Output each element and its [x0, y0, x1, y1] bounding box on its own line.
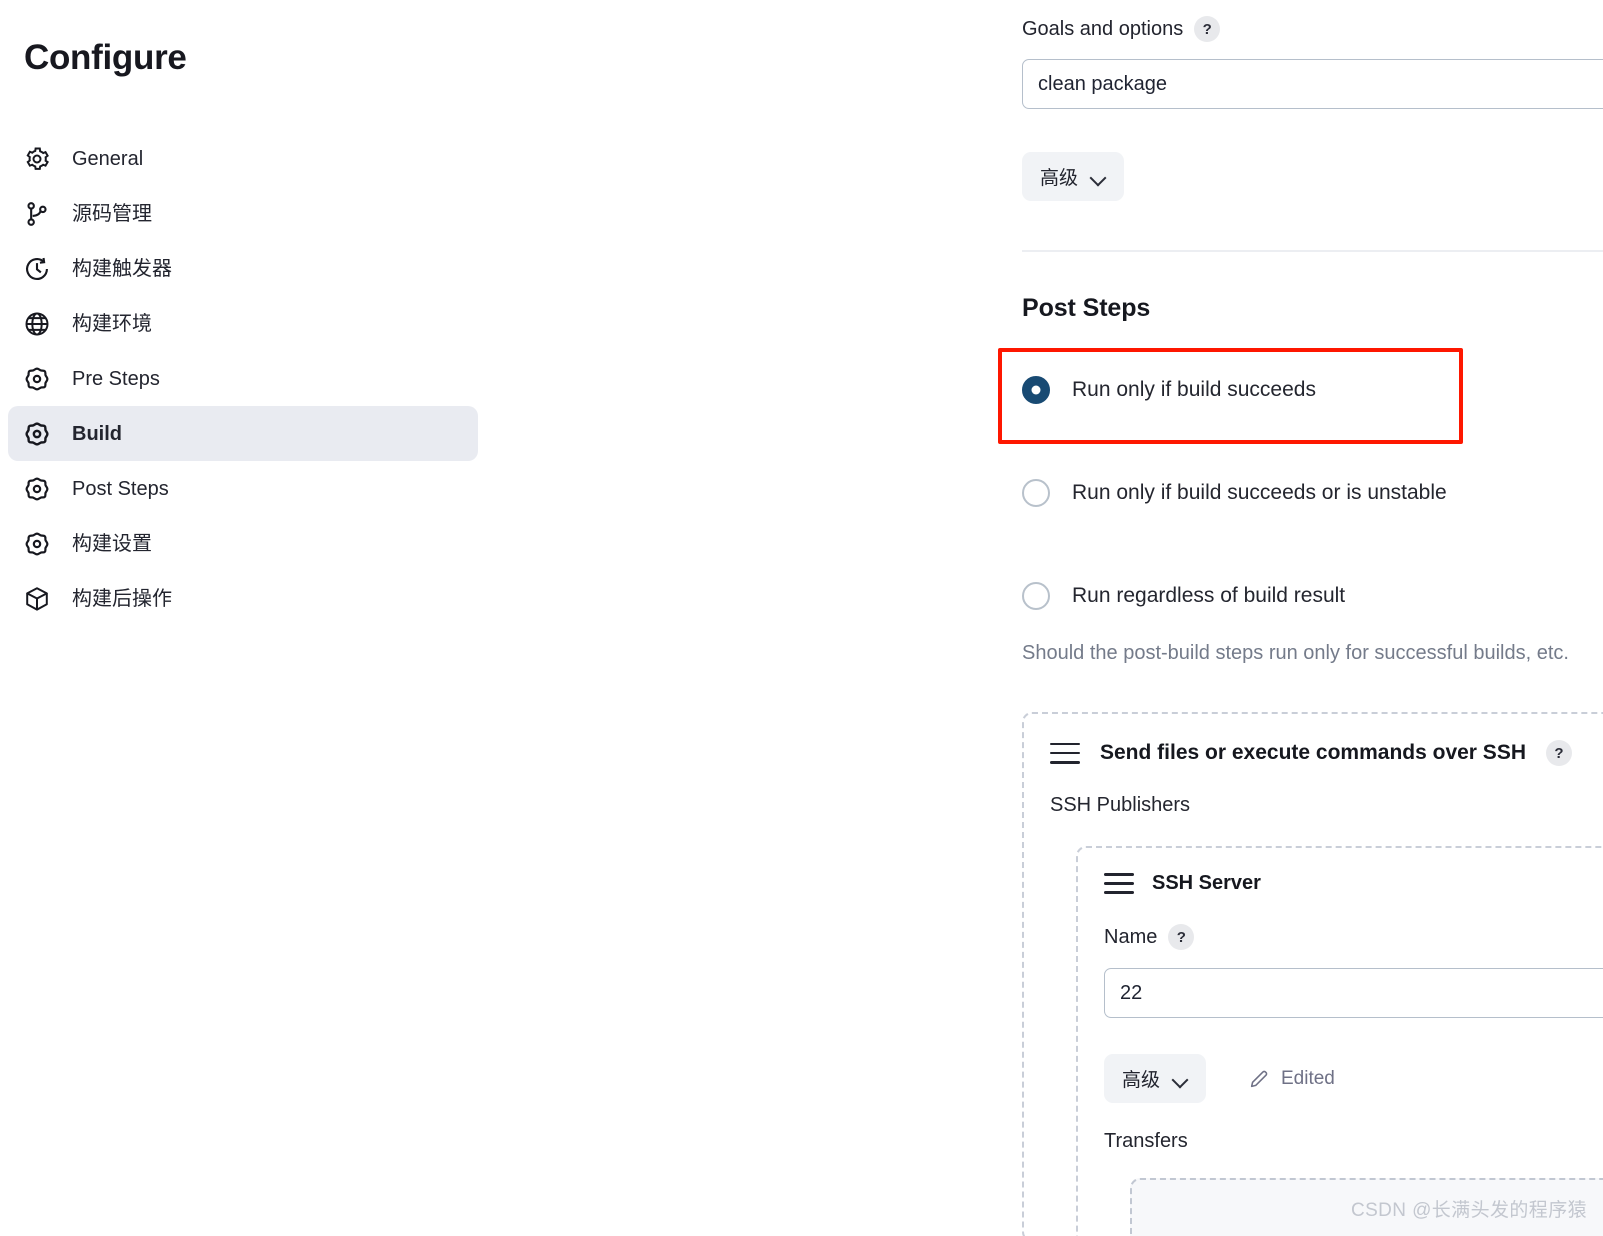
edited-link[interactable]: Edited — [1248, 1068, 1335, 1090]
ssh-server-name-input[interactable] — [1104, 968, 1603, 1018]
ssh-server-header: SSH Server — [1104, 872, 1261, 895]
name-label-row: Name ? — [1104, 924, 1195, 950]
sidebar-item-build-environment[interactable]: 构建环境 — [8, 296, 478, 351]
ssh-advanced-button-label: 高级 — [1122, 1070, 1161, 1091]
ssh-server-panel: SSH Server Name ? 高级 — [1076, 846, 1603, 1236]
configure-page: Configure General 源码管理 构建触发器 构建环境 Pre St… — [0, 0, 1603, 1236]
edited-link-label: Edited — [1281, 1068, 1335, 1089]
drag-handle-icon[interactable] — [1050, 742, 1080, 764]
gear-flower-icon — [22, 529, 52, 559]
radio-indicator[interactable] — [1022, 376, 1050, 404]
sidebar-nav: General 源码管理 构建触发器 构建环境 Pre Steps Build … — [8, 131, 478, 626]
sidebar: Configure General 源码管理 构建触发器 构建环境 Pre St… — [0, 0, 500, 1236]
goals-label: Goals and options — [1022, 17, 1184, 40]
sidebar-item-build-settings[interactable]: 构建设置 — [8, 516, 478, 571]
goals-field-group: Goals and options ? — [1022, 16, 1603, 109]
sidebar-item-label: Build — [72, 422, 122, 445]
gear-flower-icon — [22, 419, 52, 449]
ssh-panel-title: Send files or execute commands over SSH — [1100, 741, 1526, 764]
radio-indicator[interactable] — [1022, 479, 1050, 507]
gear-flower-icon — [22, 364, 52, 394]
radio-run-only-if-build-succeeds-or-unstable[interactable]: Run only if build succeeds or is unstabl… — [1022, 479, 1447, 507]
gear-flower-icon — [22, 474, 52, 504]
page-title: Configure — [24, 38, 187, 77]
radio-label: Run regardless of build result — [1072, 584, 1346, 607]
advanced-button-label: 高级 — [1040, 168, 1079, 189]
sidebar-item-label: 源码管理 — [72, 202, 152, 225]
sidebar-item-label: General — [72, 147, 144, 170]
sidebar-item-label: 构建环境 — [72, 312, 152, 335]
radio-label: Run only if build succeeds or is unstabl… — [1072, 481, 1447, 504]
help-icon[interactable]: ? — [1546, 740, 1572, 766]
gear-icon — [22, 144, 52, 174]
ssh-panel-header: Send files or execute commands over SSH … — [1050, 740, 1572, 766]
sidebar-item-build-triggers[interactable]: 构建触发器 — [8, 241, 478, 296]
watermark: CSDN @长满头发的程序猿 — [1350, 1200, 1587, 1221]
clock-icon — [22, 254, 52, 284]
goals-label-row: Goals and options ? — [1022, 16, 1603, 42]
sidebar-item-general[interactable]: General — [8, 131, 478, 186]
ssh-server-title: SSH Server — [1152, 872, 1261, 894]
radio-label: Run only if build succeeds — [1072, 378, 1316, 401]
sidebar-item-source-control[interactable]: 源码管理 — [8, 186, 478, 241]
radio-run-regardless-of-build-result[interactable]: Run regardless of build result — [1022, 582, 1345, 610]
sidebar-item-post-build-actions[interactable]: 构建后操作 — [8, 571, 478, 626]
goals-input[interactable] — [1022, 59, 1603, 109]
sidebar-item-build[interactable]: Build — [8, 406, 478, 461]
radio-run-only-if-build-succeeds[interactable]: Run only if build succeeds — [1022, 376, 1316, 404]
main-content: Goals and options ? 高级 Post Steps Run on… — [500, 0, 1603, 1236]
post-steps-heading: Post Steps — [1022, 294, 1151, 322]
package-icon — [22, 584, 52, 614]
post-steps-hint: Should the post-build steps run only for… — [1022, 642, 1569, 664]
drag-handle-icon[interactable] — [1104, 873, 1134, 894]
chevron-down-icon — [1091, 172, 1106, 181]
ssh-panel: Send files or execute commands over SSH … — [1022, 712, 1603, 1236]
pencil-icon — [1248, 1068, 1270, 1090]
ssh-advanced-button[interactable]: 高级 — [1104, 1054, 1207, 1103]
sidebar-item-label: 构建设置 — [72, 532, 152, 555]
sidebar-item-post-steps[interactable]: Post Steps — [8, 461, 478, 516]
help-icon[interactable]: ? — [1168, 924, 1195, 950]
ssh-publishers-label: SSH Publishers — [1050, 794, 1191, 816]
section-divider — [1022, 250, 1603, 252]
globe-icon — [22, 309, 52, 339]
sidebar-item-label: Pre Steps — [72, 367, 160, 390]
advanced-button[interactable]: 高级 — [1022, 152, 1125, 201]
sidebar-item-label: 构建后操作 — [72, 587, 172, 610]
chevron-down-icon — [1173, 1074, 1188, 1083]
help-icon[interactable]: ? — [1194, 16, 1221, 42]
sidebar-item-label: Post Steps — [72, 477, 169, 500]
sidebar-item-pre-steps[interactable]: Pre Steps — [8, 351, 478, 406]
radio-indicator[interactable] — [1022, 582, 1050, 610]
transfers-label: Transfers — [1104, 1130, 1188, 1152]
sidebar-item-label: 构建触发器 — [72, 257, 172, 280]
name-label: Name — [1104, 925, 1158, 948]
git-branch-icon — [22, 199, 52, 229]
